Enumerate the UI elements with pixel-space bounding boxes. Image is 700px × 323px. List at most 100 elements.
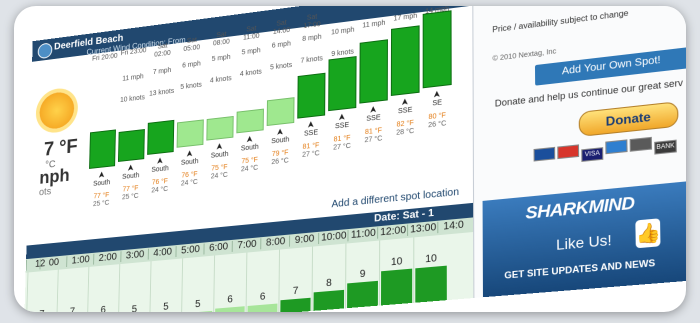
current-wind-mph: nph	[39, 165, 70, 188]
forecast-temp: 81 °F 27 °C	[297, 142, 325, 161]
forecast-time: Sat 17:00	[303, 13, 321, 31]
payment-card-icon: VISA	[581, 147, 604, 162]
hour-label: 14:0	[437, 218, 469, 234]
donate-button[interactable]: Donate	[578, 101, 679, 138]
forecast-temp: 77 °F 25 °C	[88, 191, 114, 209]
wind-direction: ➤ SSE	[328, 110, 356, 131]
wind-direction: ➤ SSE	[297, 117, 325, 138]
forecast-mph: 5 mph	[241, 47, 261, 57]
forecast-time: Sat 02:00	[154, 42, 171, 59]
forecast-temp-c: 27 °C	[364, 135, 383, 145]
forecast-knots: 4 knots	[239, 68, 262, 79]
payment-card-icon	[557, 144, 580, 160]
forecast-temp-c: 27 °C	[302, 150, 320, 159]
hour-label: 12:00	[377, 224, 409, 239]
forecast-knots	[91, 101, 117, 104]
forecast-knots: 4 knots	[209, 75, 232, 85]
forecast-time: Sat 14:00	[272, 19, 291, 36]
forecast-mph: 10 mph	[331, 26, 355, 37]
stage: Deerfield Beach Current Wind Condition: …	[23, 6, 686, 312]
wind-arrow-icon: ➤	[214, 142, 225, 151]
forecast-temp-c: 25 °C	[121, 192, 139, 202]
forecast-temp: 81 °F 27 °C	[328, 134, 356, 153]
wind-direction: ➤ South	[118, 161, 145, 181]
hourly-wind-bar	[380, 268, 413, 306]
wind-arrow-icon: ➤	[274, 127, 285, 137]
forecast-mph: 8 mph	[302, 33, 322, 44]
thumbs-up-icon: 👍	[635, 218, 661, 249]
forecast-temp-c: 24 °C	[210, 171, 228, 181]
wind-arrow-icon: ➤	[184, 149, 195, 158]
payment-card-icon	[605, 139, 628, 155]
forecast-temp: 76 °F 24 °C	[146, 177, 173, 195]
forecast-temp: 76 °F 24 °C	[176, 170, 203, 189]
forecast-temp: 79 °F 26 °C	[266, 149, 294, 168]
wind-arrow-icon: ➤	[125, 163, 136, 173]
hour-label: 11:00	[347, 227, 379, 242]
hour-label: 2:00	[93, 251, 122, 265]
hourly-wind-bar	[247, 303, 278, 312]
forecast-bar	[359, 39, 388, 104]
sun-icon	[39, 90, 75, 131]
hour-label: 5:00	[175, 243, 205, 258]
forecast-temp-c: 27 °C	[333, 142, 351, 152]
sharkmind-logo: SHARKMIND	[525, 192, 635, 224]
payment-card-icon	[629, 136, 653, 152]
wind-arrow-icon: ➤	[305, 120, 316, 129]
forecast-temp: 77 °F 25 °C	[117, 184, 144, 202]
forecast-bar	[390, 25, 420, 97]
hourly-wind-value: 7	[69, 306, 76, 312]
wind-direction: ➤ South	[236, 132, 264, 153]
forecast-temp: 75 °F 24 °C	[236, 156, 264, 175]
wind-arrow-icon: ➤	[244, 135, 255, 144]
forecast-knots: 10 knots	[120, 94, 145, 104]
wind-direction: ➤ South	[147, 154, 174, 174]
hourly-wind-bar	[313, 289, 345, 311]
hourly-wind-bar	[280, 297, 311, 312]
forecast-temp-c: 26 °C	[428, 120, 447, 130]
forecast-temp: 75 °F 24 °C	[206, 163, 233, 182]
wind-direction: ➤ South	[206, 140, 233, 161]
copyright-text: © 2010 Nextag, Inc	[492, 48, 557, 63]
wind-arrow-icon: ➤	[336, 112, 347, 122]
forecast-temp-c: 28 °C	[396, 127, 415, 137]
hour-label: 6:00	[203, 240, 233, 255]
hourly-wind-bar	[415, 265, 447, 303]
hour-column	[25, 269, 59, 312]
site-updates-text: GET SITE UPDATES AND NEWS	[504, 257, 656, 281]
forecast-bar	[422, 10, 452, 89]
price-note: Price / availability subject to change	[492, 8, 629, 35]
hourly-wind-value: 6	[100, 304, 106, 312]
hour-label: 9:00	[289, 232, 320, 247]
forecast-panel: Deerfield Beach Current Wind Condition: …	[23, 6, 474, 312]
wind-direction: ➤ South	[266, 125, 294, 146]
forecast-temp-c: 26 °C	[271, 157, 289, 167]
hourly-wind-value: 5	[131, 304, 138, 312]
sidebar: Price / availability subject to change ©…	[472, 6, 686, 299]
forecast-knots: 5 knots	[180, 81, 202, 92]
current-temp-f: 7 °F	[43, 135, 78, 161]
wind-arrow-icon: ➤	[367, 105, 379, 114]
wind-direction: ➤ South	[89, 168, 115, 188]
forecast-mph: 11 mph	[362, 19, 386, 30]
hour-label: 00	[39, 256, 68, 270]
payment-card-icon: BANK	[654, 139, 677, 155]
like-us-text: Like Us!	[555, 231, 612, 254]
hour-label: 13:00	[407, 221, 439, 236]
hour-label: 7:00	[231, 238, 262, 252]
wind-arrow-icon: ➤	[431, 89, 442, 99]
sharkmind-banner[interactable]: SHARKMIND Like Us! 👍 GET SITE UPDATES AN…	[482, 180, 686, 298]
wind-arrow-icon: ➤	[96, 170, 107, 180]
forecast-temp-c: 25 °C	[92, 199, 110, 209]
forecast-mph: 6 mph	[182, 60, 201, 70]
forecast-temp: 80 °F 26 °C	[423, 111, 452, 130]
forecast-temp-c: 24 °C	[240, 164, 259, 174]
payment-card-icon	[533, 146, 556, 162]
current-wind-knots: ots	[38, 186, 52, 199]
globe-icon	[37, 42, 53, 60]
forecast-temp: 82 °F 28 °C	[391, 119, 420, 138]
forecast-mph	[91, 79, 117, 82]
hourly-wind-bar	[347, 280, 378, 309]
forecast-time: Sat 11:00	[242, 25, 260, 42]
wind-arrow-icon: ➤	[399, 97, 410, 107]
